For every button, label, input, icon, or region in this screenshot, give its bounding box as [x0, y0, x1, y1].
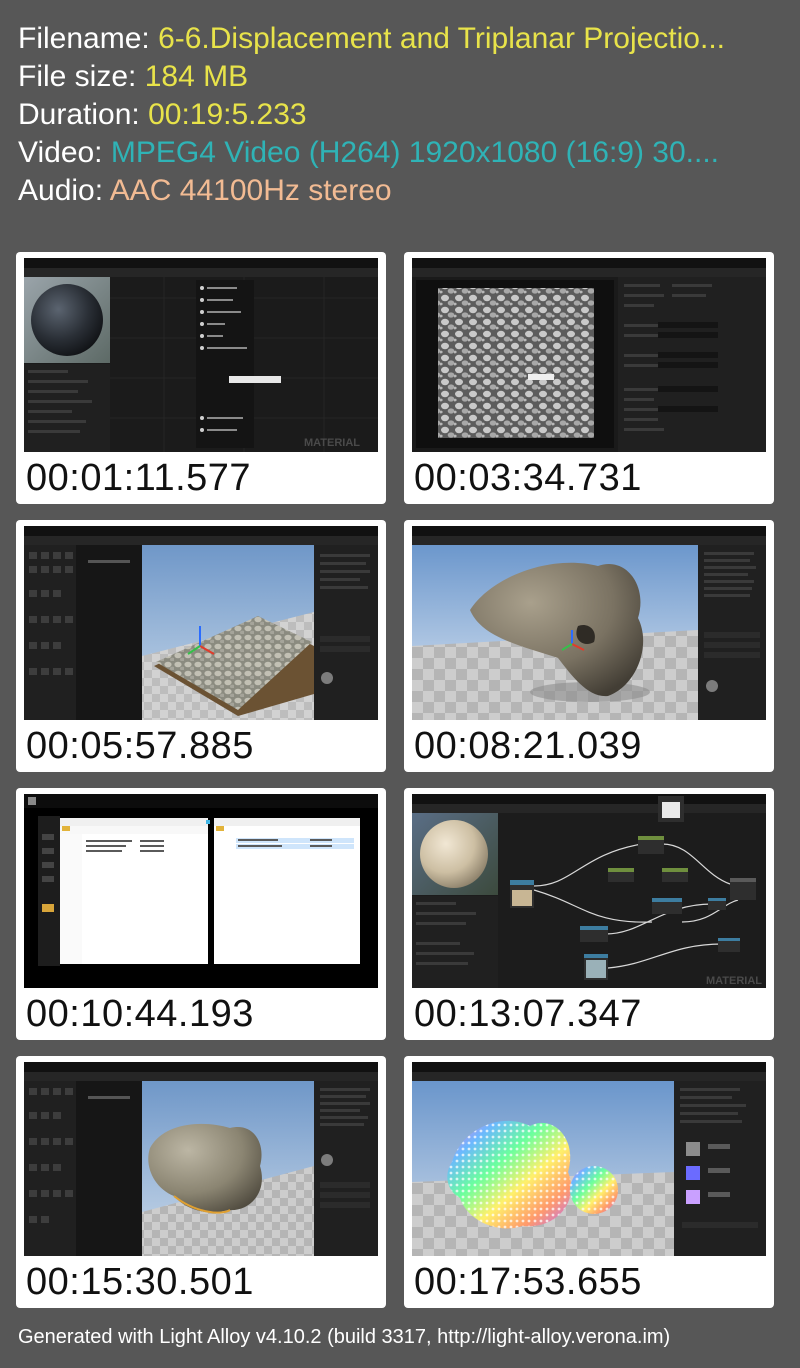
- thumbnail-card[interactable]: MATERIAL 00:13:07.347: [404, 788, 774, 1040]
- thumbnail-card[interactable]: 00:15:30.501: [16, 1056, 386, 1308]
- thumbnail-card[interactable]: 00:03:34.731: [404, 252, 774, 504]
- filesize-value: 184 MB: [144, 60, 249, 93]
- filename-row: Filename: 6-6.Displacement and Triplanar…: [18, 20, 725, 58]
- thumbnail-timestamp: 00:13:07.347: [414, 993, 642, 1035]
- thumbnail-image: MATERIAL: [24, 258, 378, 452]
- thumbnail-card[interactable]: 00:08:21.039: [404, 520, 774, 772]
- thumbnail-image: [412, 258, 766, 452]
- duration-label: Duration:: [18, 98, 149, 131]
- duration-value: 00:19:5.233: [148, 98, 307, 131]
- thumbnail-card[interactable]: MATERIAL 00:01:11.577: [16, 252, 386, 504]
- thumbnail-timestamp: 00:17:53.655: [414, 1261, 642, 1303]
- video-label: Video:: [18, 136, 111, 169]
- thumbnail-image: [412, 1062, 766, 1256]
- filesize-row: File size: 184 MB: [18, 58, 725, 96]
- file-info: Filename: 6-6.Displacement and Triplanar…: [18, 20, 725, 210]
- audio-label: Audio:: [18, 174, 110, 207]
- thumbnail-card[interactable]: 00:17:53.655: [404, 1056, 774, 1308]
- thumbnail-image: [24, 794, 378, 988]
- thumbnail-timestamp: 00:10:44.193: [26, 993, 254, 1035]
- audio-value: AAC 44100Hz stereo: [109, 174, 392, 207]
- filename-value: 6-6.Displacement and Triplanar Projectio…: [158, 22, 726, 55]
- video-value: MPEG4 Video (H264) 1920x1080 (16:9) 30..…: [110, 136, 720, 169]
- filesize-label: File size:: [18, 60, 145, 93]
- material-watermark: MATERIAL: [304, 437, 360, 449]
- generator-footer: Generated with Light Alloy v4.10.2 (buil…: [18, 1326, 671, 1348]
- thumbnail-timestamp: 00:03:34.731: [414, 457, 642, 499]
- thumbnail-image: [412, 526, 766, 720]
- thumbnail-card[interactable]: 00:10:44.193: [16, 788, 386, 1040]
- thumbnail-timestamp: 00:01:11.577: [26, 457, 252, 499]
- audio-row: Audio: AAC 44100Hz stereo: [18, 172, 725, 210]
- thumbnail-timestamp: 00:15:30.501: [26, 1261, 254, 1303]
- thumbnail-image: MATERIAL: [412, 794, 766, 988]
- thumbnail-image: [24, 1062, 378, 1256]
- thumbnail-timestamp: 00:08:21.039: [414, 725, 642, 767]
- thumbnail-image: [24, 526, 378, 720]
- video-row: Video: MPEG4 Video (H264) 1920x1080 (16:…: [18, 134, 725, 172]
- thumbnail-timestamp: 00:05:57.885: [26, 725, 254, 767]
- duration-row: Duration: 00:19:5.233: [18, 96, 725, 134]
- thumbnail-card[interactable]: 00:05:57.885: [16, 520, 386, 772]
- filename-label: Filename:: [18, 22, 159, 55]
- material-watermark: MATERIAL: [706, 975, 762, 987]
